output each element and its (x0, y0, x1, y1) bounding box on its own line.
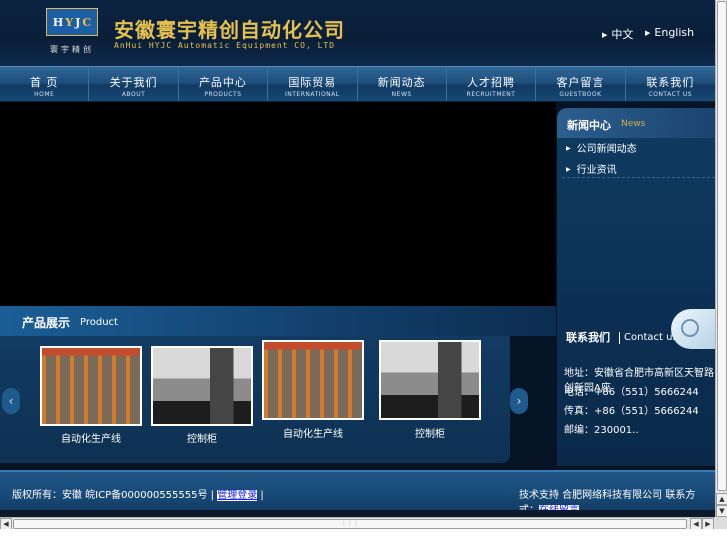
triangle-right-icon: ▶ (645, 29, 651, 37)
language-chinese-label: 中文 (611, 28, 634, 41)
nav-label-en: INTERNATIONAL (285, 91, 340, 98)
horizontal-scrollbar[interactable]: ◀ ⋮⋮⋮ ◀ ▶ (0, 517, 715, 530)
carousel-next-button[interactable]: › (510, 388, 528, 414)
nav-item-international[interactable]: 国际贸易 INTERNATIONAL (268, 67, 358, 101)
contact-fax: 传真：+86（551）5666244 (564, 406, 699, 417)
bottom-strip (0, 510, 715, 517)
nav-label-cn: 国际贸易 (288, 76, 337, 89)
factory-line-photo (264, 342, 362, 418)
nav-item-news[interactable]: 新闻动态 NEWS (358, 67, 447, 101)
language-english-label: English (654, 26, 695, 39)
nav-item-home[interactable]: 首 页 HOME (0, 67, 90, 101)
factory-line-photo (42, 348, 140, 424)
vertical-scrollbar[interactable]: ▲ ▼ (715, 0, 727, 517)
nav-label-cn: 联系我们 (646, 76, 695, 89)
company-logo[interactable]: H Y J C 寰宇精创 (46, 8, 98, 56)
control-cabinet-photo (153, 348, 251, 424)
product-thumbnail[interactable] (262, 340, 364, 420)
product-label: 自动化生产线 (283, 429, 343, 440)
nav-label-cn: 关于我们 (109, 76, 158, 89)
nav-label-cn: 新闻动态 (377, 76, 426, 89)
window-bottom (0, 529, 727, 545)
nav-item-guestbook[interactable]: 客户留言 GUESTBOOK (536, 67, 626, 101)
nav-label-cn: 客户留言 (556, 76, 605, 89)
product-title-cn: 产品展示 (22, 316, 71, 330)
contact-phone: 电话：+86（551）5666244 (564, 387, 699, 398)
nav-label-cn: 产品中心 (198, 76, 247, 89)
nav-label-en: RECRUITMENT (466, 91, 516, 98)
copyright-text: 版权所有：安徽 皖ICP备000000555555号 | (12, 490, 215, 501)
nav-label-en: PRODUCTS (204, 91, 242, 98)
telephone-icon (671, 309, 715, 349)
contact-zip: 邮编：230001.. (564, 425, 639, 436)
control-cabinet-photo (381, 342, 479, 418)
contact-title-cn: 联系我们 (566, 331, 610, 344)
scroll-down-button[interactable]: ▼ (716, 505, 727, 517)
header: H Y J C 寰宇精创 安徽寰宇精创自动化公司 AnHui HYJC Auto… (0, 0, 715, 66)
main-nav: 首 页 HOME 关于我们 ABOUT 产品中心 PRODUCTS 国际贸易 INTER… (0, 66, 715, 102)
product-label: 自动化生产线 (61, 434, 121, 445)
scroll-up-button[interactable]: ▲ (716, 493, 727, 505)
nav-label-en: GUESTBOOK (559, 91, 602, 98)
company-name-cn: 安徽寰宇精创自动化公司 (114, 18, 345, 42)
triangle-right-icon: ▶ (566, 145, 571, 152)
contact-title-en: Contact us (624, 332, 678, 343)
nav-label-en: NEWS (391, 91, 412, 98)
footer-copyright: 版权所有：安徽 皖ICP备000000555555号 | 管理登录 | (12, 486, 264, 501)
product-label: 控制柜 (187, 434, 217, 445)
nav-item-recruitment[interactable]: 人才招聘 RECRUITMENT (447, 67, 537, 101)
scrollbar-corner (715, 517, 727, 529)
chevron-right-icon: › (516, 394, 522, 408)
nav-label-cn: 首 页 (29, 76, 59, 89)
product-section-header: 产品展示 Product (0, 306, 556, 336)
banner-area (0, 102, 556, 306)
contact-title-divider (619, 332, 620, 344)
logo-badge: H Y J C (46, 8, 98, 36)
carousel-prev-button[interactable]: ‹ (2, 388, 20, 414)
logo-subtitle: 寰宇精创 (50, 45, 94, 54)
nav-item-products[interactable]: 产品中心 PRODUCTS (179, 67, 269, 101)
logo-letter: J (75, 15, 81, 29)
nav-label-en: CONTACT US (648, 91, 693, 98)
news-title-cn: 新闻中心 (567, 119, 611, 132)
news-divider (562, 177, 715, 178)
logo-letter: H (52, 15, 64, 29)
nav-label-en: HOME (34, 91, 55, 98)
logo-letter: C (82, 15, 92, 29)
product-thumbnail[interactable] (40, 346, 142, 426)
news-title-en: News (621, 119, 646, 129)
product-label: 控制柜 (415, 429, 445, 440)
product-title-en: Product (80, 317, 118, 328)
news-section-header: 新闻中心 News (557, 108, 715, 138)
logo-letter: Y (65, 15, 74, 29)
product-thumbnail[interactable] (151, 346, 253, 426)
nav-label-cn: 人才招聘 (467, 76, 516, 89)
company-name-en: AnHui HYJC Automatic Equipment CO, LTD (114, 41, 336, 50)
horizontal-scroll-thumb[interactable]: ⋮⋮⋮ (13, 519, 687, 529)
language-english-link[interactable]: ▶ English (645, 26, 694, 39)
chevron-left-icon: ‹ (8, 394, 14, 408)
footer: 版权所有：安徽 皖ICP备000000555555号 | 管理登录 | 技术支持… (0, 472, 715, 516)
news-list-item[interactable]: ▶ 行业资讯 (566, 161, 617, 176)
vertical-scroll-thumb[interactable] (717, 1, 727, 491)
page: H Y J C 寰宇精创 安徽寰宇精创自动化公司 AnHui HYJC Auto… (0, 0, 715, 517)
nav-label-en: ABOUT (121, 91, 146, 98)
admin-login-link[interactable]: 管理登录 (217, 490, 258, 501)
language-chinese-link[interactable]: ▶ 中文 (602, 26, 633, 42)
nav-item-contact[interactable]: 联系我们 CONTACT US (626, 67, 715, 101)
news-item-label: 公司新闻动态 (576, 144, 637, 155)
news-list-item[interactable]: ▶ 公司新闻动态 (566, 140, 637, 155)
triangle-right-icon: ▶ (602, 31, 608, 39)
news-item-label: 行业资讯 (576, 165, 617, 176)
product-thumbnail[interactable] (379, 340, 481, 420)
nav-item-about[interactable]: 关于我们 ABOUT (89, 67, 179, 101)
separator: | (260, 490, 264, 501)
triangle-right-icon: ▶ (566, 166, 571, 173)
